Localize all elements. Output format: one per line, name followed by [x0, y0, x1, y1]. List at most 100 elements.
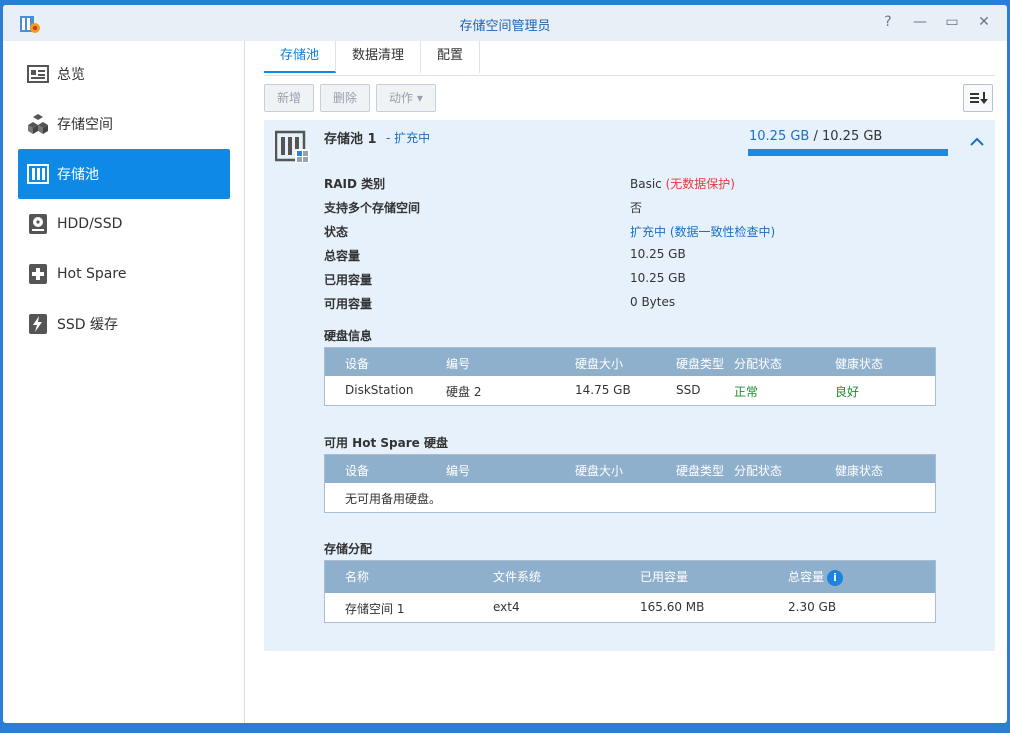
column-header[interactable]: 健康状态: [835, 462, 883, 479]
disk-info-title: 硬盘信息: [324, 329, 373, 343]
detail-label: 已用容量: [324, 273, 373, 287]
health-status: 良好: [835, 385, 860, 399]
maximize-icon[interactable]: ▭: [943, 13, 961, 31]
sidebar-item-overview[interactable]: 总览: [18, 49, 230, 99]
toolbar: 新增 删除 动作 ▾: [264, 84, 436, 112]
allocation-status: 正常: [734, 385, 759, 399]
tab-settings[interactable]: 配置: [421, 41, 481, 73]
hot-spare-title: 可用 Hot Spare 硬盘: [324, 436, 448, 450]
table-row[interactable]: 存储空间 1 ext4 165.60 MB 2.30 GB: [325, 593, 935, 622]
disk-info-table: 设备 编号 硬盘大小 硬盘类型 分配状态 健康状态 DiskStation 硬盘…: [324, 347, 936, 406]
column-header: 总容量: [788, 570, 825, 584]
capacity-separator: /: [809, 129, 822, 144]
table-cell: 14.75 GB: [575, 383, 631, 397]
detail-status: 状态 扩充中 (数据一致性检查中): [324, 223, 775, 240]
info-icon[interactable]: i: [827, 570, 844, 586]
sidebar-item-volume[interactable]: 存储空间: [18, 99, 230, 149]
detail-label: 支持多个存储空间: [324, 201, 421, 215]
capacity-summary: 10.25 GB / 10.25 GB: [749, 129, 882, 144]
detail-raid-type: RAID 类别 Basic (无数据保护): [324, 175, 735, 192]
column-header[interactable]: 编号: [446, 355, 470, 372]
action-dropdown-button[interactable]: 动作 ▾: [376, 84, 436, 112]
pool-name: 存储池 1: [324, 132, 377, 147]
storage-pool-icon: [27, 164, 49, 184]
capacity-used: 10.25 GB: [749, 129, 810, 144]
detail-value: 10.25 GB: [630, 271, 686, 285]
delete-button[interactable]: 删除: [320, 84, 371, 112]
main-content: 存储池 数据清理 配置 新增 删除 动作 ▾ 存储池 1 - 扩充中 10.25…: [246, 41, 1007, 723]
minimize-icon[interactable]: —: [911, 13, 929, 31]
column-header[interactable]: 已用容量: [640, 568, 688, 585]
sidebar-item-ssd-cache[interactable]: SSD 缓存: [18, 299, 230, 349]
sidebar-item-hdd-ssd[interactable]: HDD/SSD: [18, 199, 230, 249]
table-cell: 2.30 GB: [788, 600, 837, 614]
capacity-total: 10.25 GB: [822, 129, 883, 144]
column-header[interactable]: 硬盘大小: [575, 462, 623, 479]
help-icon[interactable]: ?: [879, 13, 897, 31]
detail-total-capacity: 总容量 10.25 GB: [324, 247, 686, 264]
column-header-total[interactable]: 总容量 i: [788, 568, 844, 586]
detail-label: RAID 类别: [324, 177, 386, 191]
table-cell: 存储空间 1: [345, 602, 405, 616]
sidebar-item-label: 总览: [57, 67, 85, 83]
close-icon[interactable]: ✕: [975, 13, 993, 31]
app-window: 存储空间管理员 ? — ▭ ✕ 总览 存储空间 存储池 HDD/SSD Hot …: [3, 5, 1007, 723]
table-cell: 165.60 MB: [640, 600, 705, 614]
empty-row: 无可用备用硬盘。: [325, 483, 935, 512]
table-header: 设备 编号 硬盘大小 硬盘类型 分配状态 健康状态: [325, 348, 935, 376]
sidebar-item-label: 存储空间: [57, 117, 113, 133]
cubes-icon: [28, 114, 48, 134]
no-protection-warning: (无数据保护): [661, 177, 735, 191]
pool-status: - 扩充中: [386, 131, 431, 145]
detail-label: 状态: [324, 225, 349, 239]
table-row[interactable]: DiskStation 硬盘 2 14.75 GB SSD 正常 良好: [325, 376, 935, 405]
column-header[interactable]: 硬盘类型: [676, 355, 724, 372]
column-header[interactable]: 设备: [345, 462, 369, 479]
ssd-cache-bolt-icon: [29, 314, 47, 334]
add-button[interactable]: 新增: [264, 84, 315, 112]
raid-type-value: Basic: [630, 177, 662, 191]
table-cell: SSD: [676, 383, 701, 397]
sidebar-item-storage-pool[interactable]: 存储池: [18, 149, 230, 199]
column-header[interactable]: 健康状态: [835, 355, 883, 372]
sidebar-item-label: HDD/SSD: [57, 216, 123, 232]
sidebar-item-label: 存储池: [57, 167, 99, 183]
column-header[interactable]: 名称: [345, 568, 369, 585]
column-header[interactable]: 分配状态: [734, 462, 782, 479]
tab-bar: 存储池 数据清理 配置: [264, 41, 481, 77]
allocation-table: 名称 文件系统 已用容量 总容量 i 存储空间 1 ext4 165.60 MB …: [324, 560, 936, 623]
sidebar-item-hot-spare[interactable]: Hot Spare: [18, 249, 230, 299]
hard-disk-icon: [29, 214, 47, 234]
table-header: 名称 文件系统 已用容量 总容量 i: [325, 561, 935, 593]
table-header: 设备 编号 硬盘大小 硬盘类型 分配状态 健康状态: [325, 455, 935, 483]
detail-multi-volume: 支持多个存储空间 否: [324, 199, 642, 216]
tab-data-scrubbing[interactable]: 数据清理: [336, 41, 422, 73]
sort-button[interactable]: [963, 84, 993, 112]
detail-value: 10.25 GB: [630, 247, 686, 261]
column-header[interactable]: 分配状态: [734, 355, 782, 372]
column-header[interactable]: 编号: [446, 462, 470, 479]
chevron-up-icon[interactable]: [970, 137, 984, 147]
column-header[interactable]: 文件系统: [493, 568, 541, 585]
title-bar: 存储空间管理员 ? — ▭ ✕: [3, 5, 1007, 41]
tab-storage-pool[interactable]: 存储池: [264, 41, 337, 73]
detail-used-capacity: 已用容量 10.25 GB: [324, 271, 686, 288]
detail-value: 0 Bytes: [630, 295, 676, 309]
hot-spare-plus-icon: [29, 264, 47, 284]
sidebar: 总览 存储空间 存储池 HDD/SSD Hot Spare SSD 缓存: [3, 41, 245, 723]
table-cell: DiskStation: [345, 383, 414, 397]
column-header[interactable]: 硬盘类型: [676, 462, 724, 479]
sort-icon: [970, 92, 988, 104]
detail-value: Basic (无数据保护): [630, 175, 735, 192]
column-header[interactable]: 硬盘大小: [575, 355, 623, 372]
column-header[interactable]: 设备: [345, 355, 369, 372]
hot-spare-table: 设备 编号 硬盘大小 硬盘类型 分配状态 健康状态 无可用备用硬盘。: [324, 454, 936, 513]
tab-divider: [264, 75, 995, 76]
detail-value: 否: [630, 201, 643, 215]
storage-pool-panel[interactable]: 存储池 1 - 扩充中 10.25 GB / 10.25 GB RAID 类别 …: [264, 120, 995, 651]
detail-label: 可用容量: [324, 297, 373, 311]
overview-icon: [27, 65, 49, 83]
detail-value: 扩充中 (数据一致性检查中): [630, 225, 776, 239]
table-cell: 硬盘 2: [446, 385, 482, 399]
detail-free-capacity: 可用容量 0 Bytes: [324, 295, 675, 312]
